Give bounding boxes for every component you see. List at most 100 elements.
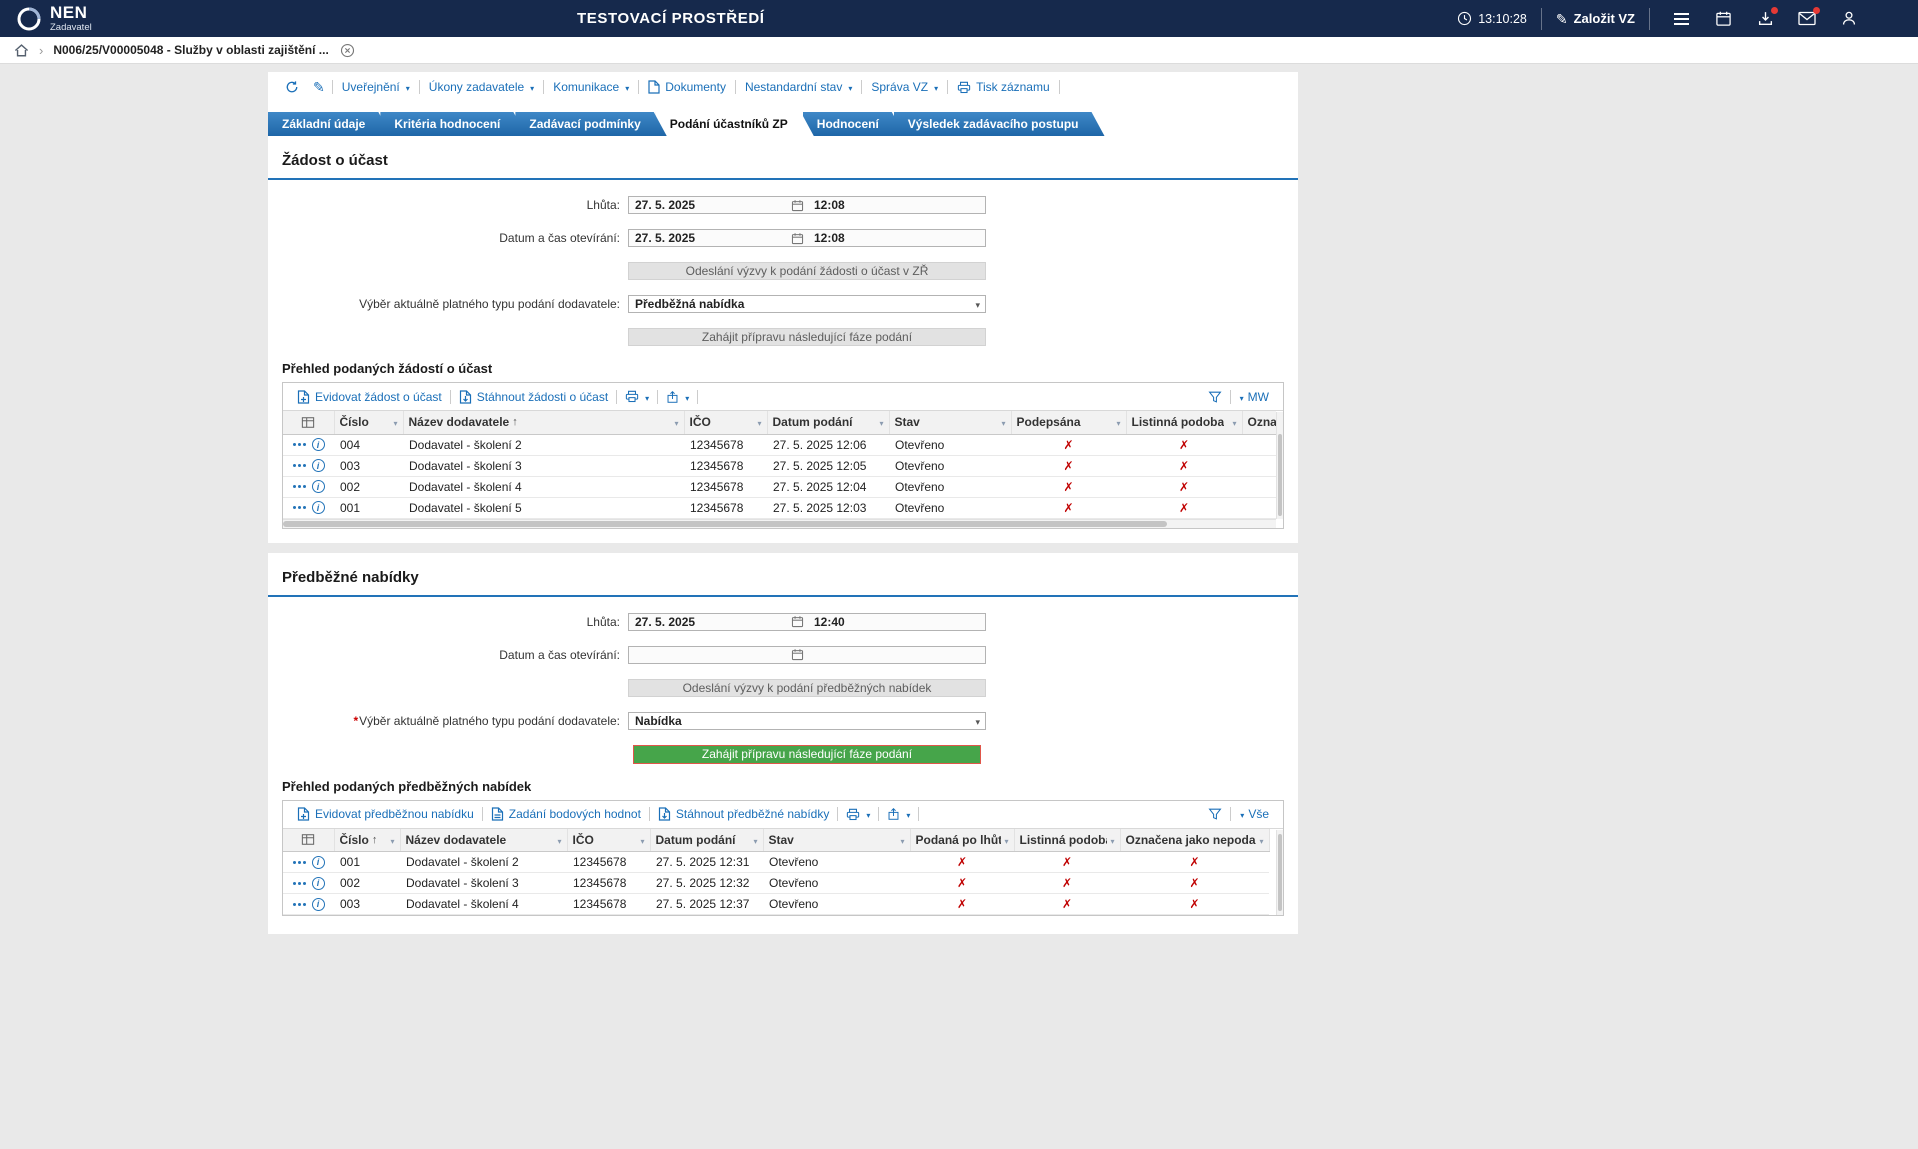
user-icon[interactable] bbox=[1840, 10, 1858, 28]
filter-chevron-icon[interactable] bbox=[1232, 415, 1236, 429]
column-stav[interactable]: Stav bbox=[889, 411, 1011, 434]
view-selector[interactable]: Vše bbox=[1231, 807, 1277, 821]
filter-chevron-icon[interactable] bbox=[900, 833, 904, 847]
tab-hodnoceni[interactable]: Hodnocení bbox=[803, 112, 905, 136]
table-row[interactable]: 001Dodavatel - školení 21234567827. 5. 2… bbox=[283, 852, 1269, 873]
column-ico[interactable]: IČO bbox=[567, 829, 650, 852]
row-menu-icon[interactable] bbox=[293, 903, 306, 906]
calendar-icon[interactable] bbox=[1714, 10, 1732, 28]
menu-komunikace[interactable]: Komunikace bbox=[544, 80, 638, 94]
tab-zadavaci-podminky[interactable]: Zadávací podmínky bbox=[515, 112, 666, 136]
table-row[interactable]: 001Dodavatel - školení 51234567827. 5. 2… bbox=[283, 497, 1276, 518]
info-icon[interactable] bbox=[312, 877, 325, 890]
otevirani-time-value[interactable]: 12:08 bbox=[804, 231, 985, 245]
calendar-picker-icon[interactable] bbox=[791, 648, 804, 661]
filter-chevron-icon[interactable] bbox=[1001, 415, 1005, 429]
filter-chevron-icon[interactable] bbox=[1004, 833, 1008, 847]
close-record-icon[interactable] bbox=[340, 43, 355, 58]
column-listinna-podoba[interactable]: Listinná podoba bbox=[1014, 829, 1120, 852]
calendar-picker-icon[interactable] bbox=[791, 615, 804, 628]
stahnout-zadosti-action[interactable]: Stáhnout žádosti o účast bbox=[451, 390, 616, 404]
export-table-action[interactable] bbox=[658, 390, 697, 404]
tab-vysledek-zadavaciho-postupu[interactable]: Výsledek zadávacího postupu bbox=[894, 112, 1105, 136]
view-selector[interactable]: MW bbox=[1231, 390, 1277, 404]
filter-chevron-icon[interactable] bbox=[674, 415, 678, 429]
scrollbar-thumb[interactable] bbox=[1278, 834, 1282, 911]
menu-ukony-zadavatele[interactable]: Úkony zadavatele bbox=[420, 80, 543, 94]
downloads-icon[interactable] bbox=[1756, 10, 1774, 28]
scrollbar-thumb[interactable] bbox=[283, 521, 1167, 527]
filter-chevron-icon[interactable] bbox=[390, 833, 394, 847]
vertical-scrollbar[interactable] bbox=[1276, 412, 1283, 519]
column-nazev-dodavatele[interactable]: Název dodavatele↑ bbox=[403, 411, 684, 434]
odeslani-vyzvy-button[interactable]: Odeslání výzvy k podání předběžných nabí… bbox=[628, 679, 986, 697]
row-menu-icon[interactable] bbox=[293, 485, 306, 488]
column-nazev-dodavatele[interactable]: Název dodavatele bbox=[400, 829, 567, 852]
tab-kriteria-hodnoceni[interactable]: Kritéria hodnocení bbox=[380, 112, 526, 136]
column-datum-podani[interactable]: Datum podání bbox=[767, 411, 889, 434]
row-menu-icon[interactable] bbox=[293, 861, 306, 864]
column-oznacena[interactable]: Označena jako nepodaná bbox=[1120, 829, 1269, 852]
odeslani-vyzvy-button[interactable]: Odeslání výzvy k podání žádosti o účast … bbox=[628, 262, 986, 280]
calendar-picker-icon[interactable] bbox=[791, 232, 804, 245]
column-settings-header[interactable] bbox=[283, 411, 334, 434]
row-menu-icon[interactable] bbox=[293, 443, 306, 446]
calendar-picker-icon[interactable] bbox=[791, 199, 804, 212]
info-icon[interactable] bbox=[312, 898, 325, 911]
vyber-typu-podani-select[interactable]: Nabídka bbox=[628, 712, 986, 730]
column-ico[interactable]: IČO bbox=[684, 411, 767, 434]
edit-record-icon[interactable]: ✎ bbox=[306, 80, 332, 94]
menu-nestandardni-stav[interactable]: Nestandardní stav bbox=[736, 80, 861, 94]
column-settings-icon[interactable] bbox=[301, 416, 315, 429]
filter-chevron-icon[interactable] bbox=[879, 415, 883, 429]
otevirani-date-value[interactable]: 27. 5. 2025 bbox=[629, 231, 791, 245]
lhuta-datetime-field[interactable]: 27. 5. 2025 12:40 bbox=[628, 613, 986, 631]
otevirani-datetime-field[interactable] bbox=[628, 646, 986, 664]
filter-icon[interactable] bbox=[1200, 807, 1230, 821]
filter-chevron-icon[interactable] bbox=[393, 415, 397, 429]
filter-chevron-icon[interactable] bbox=[753, 833, 757, 847]
tisk-zaznamu[interactable]: Tisk záznamu bbox=[948, 80, 1059, 94]
zadani-bodovych-hodnot-action[interactable]: Zadání bodových hodnot bbox=[483, 807, 649, 821]
column-cislo[interactable]: Číslo bbox=[334, 411, 403, 434]
zalozit-vz-button[interactable]: ✎ Založit VZ bbox=[1556, 11, 1635, 26]
column-podana-po-lhute[interactable]: Podaná po lhůtě bbox=[910, 829, 1014, 852]
export-table-action[interactable] bbox=[879, 807, 918, 821]
row-menu-icon[interactable] bbox=[293, 506, 306, 509]
refresh-icon[interactable] bbox=[278, 80, 306, 94]
lhuta-datetime-field[interactable]: 27. 5. 2025 12:08 bbox=[628, 196, 986, 214]
table-row[interactable]: 003Dodavatel - školení 31234567827. 5. 2… bbox=[283, 455, 1276, 476]
evidovat-zadost-action[interactable]: Evidovat žádost o účast bbox=[289, 390, 450, 404]
table-row[interactable]: 004Dodavatel - školení 21234567827. 5. 2… bbox=[283, 434, 1276, 455]
table-row[interactable]: 002Dodavatel - školení 31234567827. 5. 2… bbox=[283, 873, 1269, 894]
menu-uverejneni[interactable]: Uveřejnění bbox=[333, 80, 419, 94]
info-icon[interactable] bbox=[312, 856, 325, 869]
filter-chevron-icon[interactable] bbox=[1116, 415, 1120, 429]
home-icon[interactable] bbox=[14, 43, 29, 58]
zahajit-pripravu-button[interactable]: Zahájit přípravu následující fáze podání bbox=[633, 745, 981, 764]
info-icon[interactable] bbox=[312, 438, 325, 451]
row-menu-icon[interactable] bbox=[293, 464, 306, 467]
column-podepsana[interactable]: Podepsána bbox=[1011, 411, 1126, 434]
column-settings-header[interactable] bbox=[283, 829, 334, 852]
nen-logo[interactable]: NEN Zadavatel bbox=[16, 4, 92, 33]
lhuta-date-value[interactable]: 27. 5. 2025 bbox=[629, 198, 791, 212]
column-settings-icon[interactable] bbox=[301, 833, 315, 846]
info-icon[interactable] bbox=[312, 501, 325, 514]
info-icon[interactable] bbox=[312, 480, 325, 493]
vyber-typu-podani-select[interactable]: Předběžná nabídka bbox=[628, 295, 986, 313]
column-datum-podani[interactable]: Datum podání bbox=[650, 829, 763, 852]
column-cislo[interactable]: Číslo↑ bbox=[334, 829, 400, 852]
menu-sprava-vz[interactable]: Správa VZ bbox=[862, 80, 947, 94]
zahajit-pripravu-button[interactable]: Zahájit přípravu následující fáze podání bbox=[628, 328, 986, 346]
lhuta-time-value[interactable]: 12:08 bbox=[804, 198, 985, 212]
lhuta-time-value[interactable]: 12:40 bbox=[804, 615, 985, 629]
print-table-action[interactable] bbox=[838, 807, 878, 821]
lhuta-date-value[interactable]: 27. 5. 2025 bbox=[629, 615, 791, 629]
table-row[interactable]: 003Dodavatel - školení 41234567827. 5. 2… bbox=[283, 894, 1269, 915]
print-table-action[interactable] bbox=[617, 390, 657, 404]
filter-chevron-icon[interactable] bbox=[1259, 833, 1263, 847]
filter-icon[interactable] bbox=[1200, 390, 1230, 404]
breadcrumb-item[interactable]: N006/25/V00005048 - Služby v oblasti zaj… bbox=[53, 43, 328, 57]
column-stav[interactable]: Stav bbox=[763, 829, 910, 852]
